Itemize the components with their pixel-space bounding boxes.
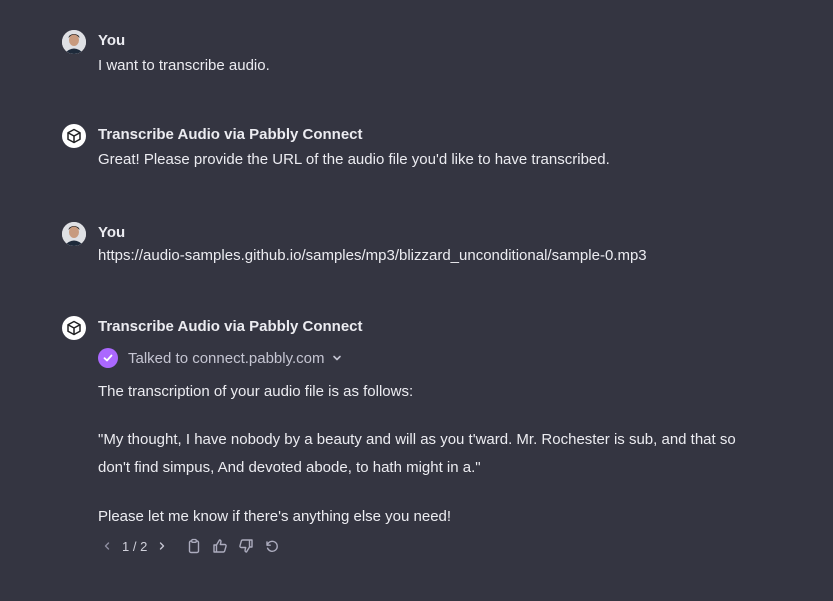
check-circle-icon [98, 348, 118, 368]
chevron-left-icon[interactable] [98, 537, 116, 555]
plugin-avatar [62, 124, 86, 148]
thumbs-up-icon[interactable] [211, 537, 229, 555]
transcription-outro: Please let me know if there's anything e… [98, 508, 452, 525]
message-user-2: You https://audio-samples.github.io/samp… [62, 222, 802, 282]
plugin-status[interactable]: Talked to connect.pabbly.com [98, 348, 343, 368]
pager-label: 1 / 2 [122, 538, 148, 554]
message-assistant-2: Transcribe Audio via Pabbly Connect Talk… [62, 316, 802, 566]
user-avatar [62, 222, 86, 246]
regenerate-icon[interactable] [263, 537, 281, 555]
chevron-right-icon[interactable] [153, 537, 171, 555]
message-assistant-1: Transcribe Audio via Pabbly Connect Grea… [62, 124, 802, 184]
user-avatar [62, 30, 86, 54]
cube-icon [67, 128, 81, 144]
response-pager: 1 / 2 [98, 537, 171, 555]
plugin-status-label: Talked to connect.pabbly.com [128, 349, 325, 367]
transcription-intro: The transcription of your audio file is … [98, 383, 414, 400]
message-text: I want to transcribe audio. [98, 57, 270, 74]
cube-icon [67, 320, 81, 336]
chevron-down-icon[interactable] [331, 352, 343, 364]
transcription-quote-line-2: don't find simpus, And devoted abode, to… [98, 459, 481, 476]
author-name: Transcribe Audio via Pabbly Connect [98, 126, 363, 143]
transcription-quote-line-1: "My thought, I have nobody by a beauty a… [98, 431, 736, 448]
message-user-1: You I want to transcribe audio. [62, 30, 802, 90]
author-name: You [98, 32, 126, 49]
plugin-avatar [62, 316, 86, 340]
clipboard-icon[interactable] [185, 537, 203, 555]
message-toolbar: 1 / 2 [98, 537, 281, 555]
message-text: https://audio-samples.github.io/samples/… [98, 247, 647, 264]
author-name: You [98, 224, 126, 241]
message-text: Great! Please provide the URL of the aud… [98, 151, 610, 168]
thumbs-down-icon[interactable] [237, 537, 255, 555]
author-name: Transcribe Audio via Pabbly Connect [98, 318, 363, 335]
